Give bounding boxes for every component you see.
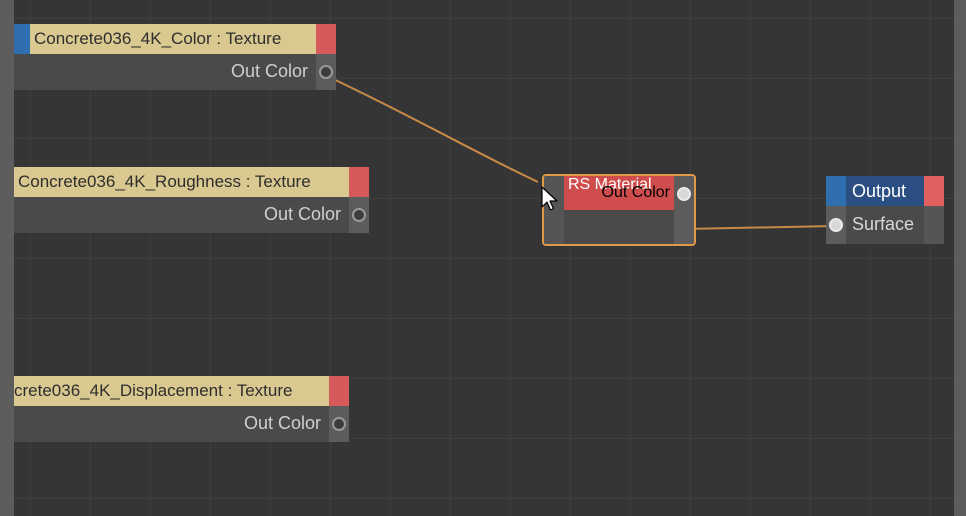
node-body-right-pad	[924, 206, 944, 244]
node-title: Concrete036_4K_Roughness : Texture	[18, 172, 311, 191]
node-body: Surface	[826, 206, 944, 244]
node-body: Out Color	[14, 406, 349, 442]
node-input-strip	[826, 176, 846, 206]
node-state-strip	[924, 176, 944, 206]
out-color-port[interactable]	[319, 65, 333, 79]
out-port-label: Out Color	[263, 204, 341, 224]
node-input-strip	[14, 24, 30, 54]
node-title: crete036_4K_Displacement : Texture	[14, 381, 293, 400]
node-rs-material[interactable]: RS Material Out Color	[542, 174, 696, 246]
node-state-strip	[349, 167, 369, 197]
in-port-label: Surface	[852, 214, 915, 234]
out-color-port[interactable]	[352, 208, 366, 222]
node-body: Out Color	[14, 54, 336, 90]
node-body: Out Color	[14, 197, 369, 233]
wire-rs-to-output	[683, 225, 835, 230]
node-output[interactable]: Output Surface	[826, 176, 944, 244]
out-color-port[interactable]	[677, 187, 691, 201]
node-header[interactable]: Concrete036_4K_Roughness : Texture	[14, 167, 369, 197]
node-color-texture[interactable]: Concrete036_4K_Color : Texture Out Color	[14, 24, 336, 92]
mouse-pointer-icon	[541, 186, 558, 211]
node-header[interactable]: Output	[826, 176, 944, 206]
node-title: Concrete036_4K_Color : Texture	[34, 29, 282, 48]
node-state-strip	[329, 376, 349, 406]
node-header[interactable]: crete036_4K_Displacement : Texture	[14, 376, 349, 406]
node-displacement-texture[interactable]: crete036_4K_Displacement : Texture Out C…	[14, 376, 349, 443]
out-port-label: Out Color	[243, 413, 321, 433]
out-port-label: Out Color	[230, 61, 308, 81]
node-header[interactable]: Concrete036_4K_Color : Texture	[14, 24, 336, 54]
out-port-column	[674, 176, 694, 244]
out-color-port[interactable]	[332, 417, 346, 431]
out-port-label: Out Color	[601, 184, 670, 201]
surface-input-port[interactable]	[829, 218, 843, 232]
node-state-strip	[316, 24, 336, 54]
node-body: Out Color	[544, 176, 694, 244]
out-port-column	[349, 197, 369, 233]
in-port-column	[826, 206, 846, 244]
node-roughness-texture[interactable]: Concrete036_4K_Roughness : Texture Out C…	[14, 167, 369, 234]
out-port-column	[316, 54, 336, 90]
out-port-column	[329, 406, 349, 442]
